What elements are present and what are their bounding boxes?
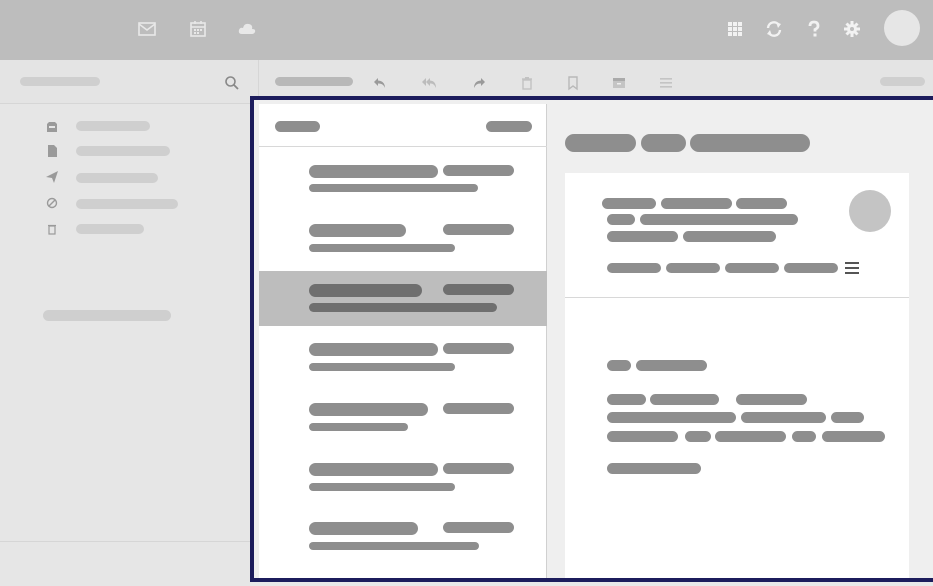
body-text	[741, 412, 826, 423]
sender-avatar	[849, 190, 891, 232]
sidebar-item-trash[interactable]	[76, 224, 144, 234]
sender-name	[661, 198, 732, 209]
signature	[607, 463, 701, 474]
timestamp	[443, 343, 514, 354]
subject	[309, 363, 455, 371]
sender-name	[309, 224, 406, 237]
refresh-icon[interactable]	[763, 18, 785, 40]
recipient-address	[640, 214, 798, 225]
date-value	[683, 231, 776, 242]
body-text	[822, 431, 885, 442]
archive-icon[interactable]	[610, 74, 628, 92]
sidebar-item-spam[interactable]	[76, 199, 178, 209]
spam-icon	[45, 196, 59, 210]
list-item[interactable]	[259, 510, 547, 565]
settings-icon[interactable]	[841, 18, 863, 40]
sender-name	[309, 284, 422, 297]
subject	[309, 483, 455, 491]
sidebar-item-drafts[interactable]	[76, 146, 170, 156]
conversation-subject-word	[565, 134, 636, 152]
sender-name	[309, 343, 438, 356]
mail-icon[interactable]	[136, 18, 158, 40]
sidebar-item-sent[interactable]	[76, 173, 158, 183]
body-text	[650, 394, 719, 405]
subject	[309, 244, 455, 252]
list-item-selected[interactable]	[259, 271, 547, 326]
list-header-title	[275, 121, 320, 132]
timestamp	[443, 463, 514, 474]
subject	[309, 184, 478, 192]
body-text	[715, 431, 786, 442]
help-icon[interactable]	[803, 18, 825, 40]
timestamp	[443, 284, 514, 295]
search-icon[interactable]	[223, 74, 241, 92]
subject	[309, 423, 408, 431]
sender-name	[309, 522, 418, 535]
conversation-subject-word	[641, 134, 686, 152]
list-header-divider	[259, 146, 547, 147]
list-item[interactable]	[259, 212, 547, 267]
message-action[interactable]	[725, 263, 779, 273]
conversation-subject-word	[690, 134, 810, 152]
reply-all-icon[interactable]	[421, 74, 439, 92]
recipient-label	[607, 214, 635, 225]
bookmark-icon[interactable]	[564, 74, 582, 92]
draft-icon	[45, 144, 59, 158]
body-text	[792, 431, 816, 442]
calendar-icon[interactable]	[187, 18, 209, 40]
more-menu-icon[interactable]	[657, 74, 675, 92]
greeting-word	[607, 360, 631, 371]
list-sort-control[interactable]	[486, 121, 532, 132]
sender-name	[309, 463, 438, 476]
trash-icon[interactable]	[518, 74, 536, 92]
cloud-icon[interactable]	[236, 18, 258, 40]
menu-icon[interactable]	[845, 262, 859, 274]
sidebar-item-folders[interactable]	[43, 310, 171, 321]
message-action[interactable]	[607, 263, 661, 273]
sender-name	[309, 165, 438, 178]
subject	[309, 303, 497, 312]
body-text	[831, 412, 864, 423]
sender-email	[736, 198, 787, 209]
inbox-icon	[45, 120, 59, 134]
sidebar-divider	[0, 541, 250, 542]
sender-name	[309, 403, 428, 416]
sidebar-item-inbox[interactable]	[76, 121, 150, 131]
reply-icon[interactable]	[371, 74, 389, 92]
body-text	[607, 431, 678, 442]
timestamp	[443, 165, 514, 176]
list-item[interactable]	[259, 152, 547, 207]
body-text	[607, 412, 736, 423]
list-item[interactable]	[259, 391, 547, 446]
list-item[interactable]	[259, 331, 547, 386]
sent-icon	[45, 170, 59, 184]
message-header-divider	[565, 297, 909, 298]
body-text	[607, 394, 646, 405]
apps-grid-icon[interactable]	[724, 18, 746, 40]
message-action[interactable]	[784, 263, 838, 273]
date-label	[607, 231, 678, 242]
timestamp	[443, 403, 514, 414]
pagination-indicator	[880, 77, 925, 86]
search-input[interactable]	[20, 77, 100, 86]
list-item[interactable]	[259, 451, 547, 506]
sender-name	[602, 198, 656, 209]
timestamp	[443, 522, 514, 533]
timestamp	[443, 224, 514, 235]
folder-title	[275, 77, 353, 86]
avatar[interactable]	[884, 10, 920, 46]
forward-icon[interactable]	[470, 74, 488, 92]
body-text	[685, 431, 711, 442]
trash-icon	[45, 222, 59, 236]
greeting-word	[636, 360, 707, 371]
body-text	[736, 394, 807, 405]
subject	[309, 542, 479, 550]
message-action[interactable]	[666, 263, 720, 273]
